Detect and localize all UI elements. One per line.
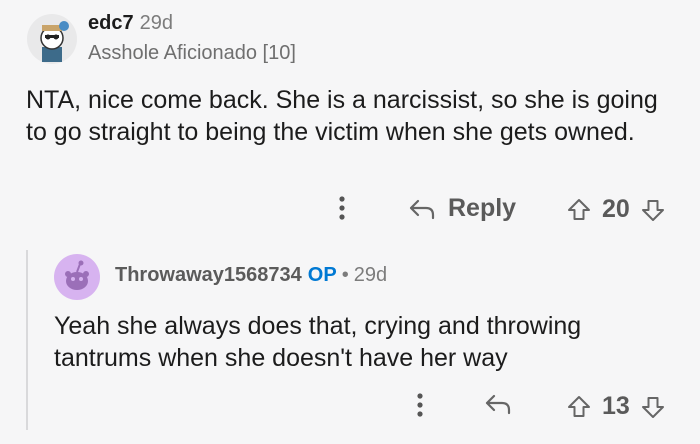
vote-score: 20 [602, 195, 630, 223]
downvote-arrow-icon[interactable] [640, 394, 666, 420]
more-vertical-icon[interactable] [336, 193, 348, 223]
comment-actions [414, 390, 426, 420]
avatar[interactable] [54, 254, 100, 300]
reply-arrow-icon [408, 197, 436, 221]
reply-label: Reply [448, 194, 517, 222]
comment-age: 29d [139, 12, 173, 34]
username[interactable]: edc7 [88, 12, 134, 34]
reply-button[interactable]: Reply [408, 194, 516, 223]
downvote-arrow-icon[interactable] [640, 197, 666, 223]
user-flair: Asshole Aficionado [10] [88, 42, 296, 64]
username[interactable]: Throwaway1568734 [115, 264, 302, 286]
op-badge: OP [307, 264, 337, 286]
vote-controls: 13 [566, 392, 666, 421]
comment-header: edc7 29d [88, 12, 173, 35]
upvote-arrow-icon[interactable] [566, 394, 592, 420]
comment-age: 29d [353, 264, 388, 286]
comment-body: Yeah she always does that, crying and th… [54, 312, 582, 372]
vote-controls: 20 [566, 195, 666, 224]
avatar[interactable] [27, 14, 77, 64]
comment-header: Throwaway1568734 OP • 29d [115, 264, 387, 287]
comment-body: NTA, nice come back. She is a narcissist… [26, 86, 658, 146]
vote-score: 13 [602, 392, 630, 420]
comment-actions [336, 193, 348, 223]
upvote-arrow-icon[interactable] [566, 197, 592, 223]
reply-button[interactable] [484, 392, 512, 416]
more-vertical-icon[interactable] [414, 390, 426, 420]
reply-arrow-icon [484, 392, 512, 416]
thread-line[interactable] [26, 250, 28, 430]
separator: • [341, 264, 349, 286]
